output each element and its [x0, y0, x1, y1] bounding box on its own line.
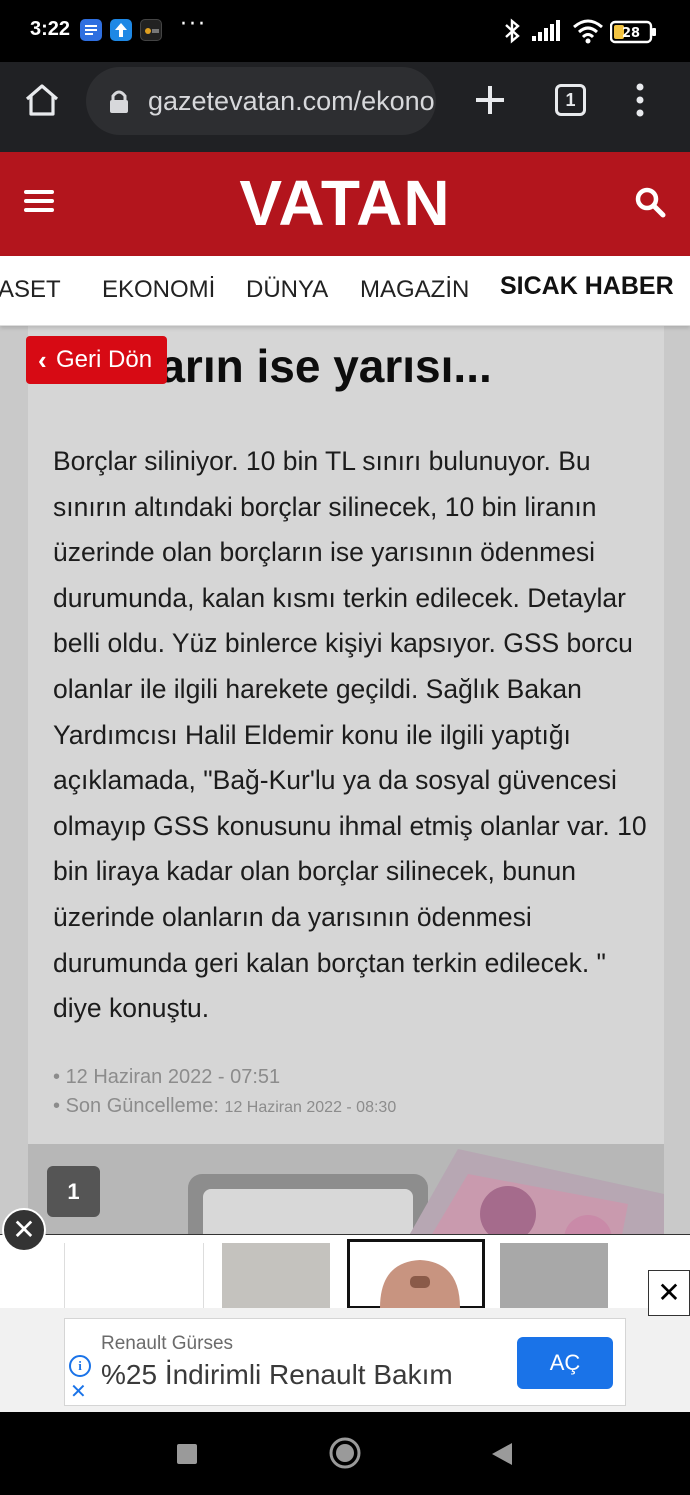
- chevron-left-icon: ‹: [38, 345, 47, 375]
- close-overlay-icon[interactable]: ✕: [2, 1208, 46, 1252]
- home-nav-icon[interactable]: [328, 1436, 362, 1474]
- nav-item-dunya[interactable]: DÜNYA: [246, 276, 328, 304]
- upload-app-icon: [110, 19, 132, 41]
- ad-advertiser: Renault Gürses: [101, 1333, 234, 1354]
- browser-toolbar: gazetevatan.com/ekonomi 1: [0, 62, 690, 152]
- ad-open-button[interactable]: AÇ: [517, 1337, 613, 1389]
- back-button[interactable]: ‹ Geri Dön: [26, 336, 167, 384]
- ad-info-icon[interactable]: i: [69, 1355, 91, 1377]
- search-icon[interactable]: [634, 186, 666, 222]
- thumbnail[interactable]: [222, 1243, 330, 1308]
- page-content: sınırının üzerinde olanların ise yarısı.…: [0, 326, 690, 1308]
- nav-item-sicak-haber[interactable]: SICAK HABER: [500, 272, 674, 301]
- lock-icon: [108, 89, 130, 119]
- headline-line-1: sınırının üzerinde: [52, 326, 652, 334]
- new-tab-icon[interactable]: [474, 84, 506, 120]
- wifi-icon: [572, 18, 604, 48]
- back-nav-icon[interactable]: [490, 1441, 514, 1471]
- category-nav: ASET EKONOMİ DÜNYA MAGAZİN SICAK HABER: [0, 256, 690, 326]
- signal-icon: [532, 20, 564, 46]
- nav-item-ekonomi[interactable]: EKONOMİ: [102, 276, 215, 304]
- clock: 3:22: [30, 18, 71, 40]
- tab-switcher-button[interactable]: 1: [555, 84, 586, 116]
- url-text: gazetevatan.com/ekonomi: [148, 86, 436, 116]
- overflow-menu-icon[interactable]: [632, 82, 648, 122]
- media-app-icon: [140, 19, 162, 41]
- site-header: VATAN: [0, 152, 690, 256]
- more-notifications-icon: ···: [180, 12, 207, 37]
- bluetooth-icon: [500, 18, 524, 48]
- update-date-value: 12 Haziran 2022 - 08:30: [224, 1099, 397, 1116]
- home-icon[interactable]: [24, 82, 60, 122]
- ad-close-icon[interactable]: ✕: [70, 1379, 87, 1403]
- nav-item-magazin[interactable]: MAGAZİN: [360, 276, 469, 304]
- nav-item-siyaset[interactable]: ASET: [0, 276, 61, 304]
- article: sınırının üzerinde olanların ise yarısı.…: [28, 326, 664, 1144]
- recents-icon[interactable]: [176, 1443, 198, 1469]
- image-thumbnail-strip: [0, 1234, 690, 1308]
- ad-box[interactable]: i ✕ Renault Gürses %25 İndirimli Renault…: [64, 1318, 626, 1406]
- messages-app-icon: [80, 19, 102, 41]
- battery-level: 28: [622, 26, 640, 41]
- publish-date-value: 12 Haziran 2022 - 07:51: [65, 1066, 281, 1088]
- ad-title[interactable]: %25 İndirimli Renault Bakım: [101, 1359, 453, 1391]
- publish-date: • 12 Haziran 2022 - 07:51: [53, 1066, 281, 1088]
- battery-icon: 28: [609, 20, 658, 48]
- thumbnail[interactable]: [500, 1243, 608, 1308]
- thumbnail[interactable]: [64, 1243, 204, 1308]
- system-navigation-bar: [0, 1412, 690, 1495]
- image-counter: 1: [47, 1166, 100, 1217]
- thumbnail-selected[interactable]: [347, 1239, 485, 1308]
- back-button-label: Geri Dön: [56, 346, 153, 373]
- update-date-label: Son Güncelleme:: [65, 1095, 219, 1117]
- ad-banner: i ✕ Renault Gürses %25 İndirimli Renault…: [0, 1308, 690, 1412]
- article-body: Borçlar siliniyor. 10 bin TL sınırı bulu…: [53, 446, 647, 1024]
- address-bar[interactable]: gazetevatan.com/ekonomi: [86, 67, 436, 135]
- update-date: • Son Güncelleme: 12 Haziran 2022 - 08:3…: [53, 1095, 397, 1117]
- site-logo[interactable]: VATAN: [0, 166, 690, 240]
- close-strip-icon[interactable]: ✕: [648, 1270, 690, 1316]
- status-bar: 3:22 ··· 28: [0, 0, 690, 62]
